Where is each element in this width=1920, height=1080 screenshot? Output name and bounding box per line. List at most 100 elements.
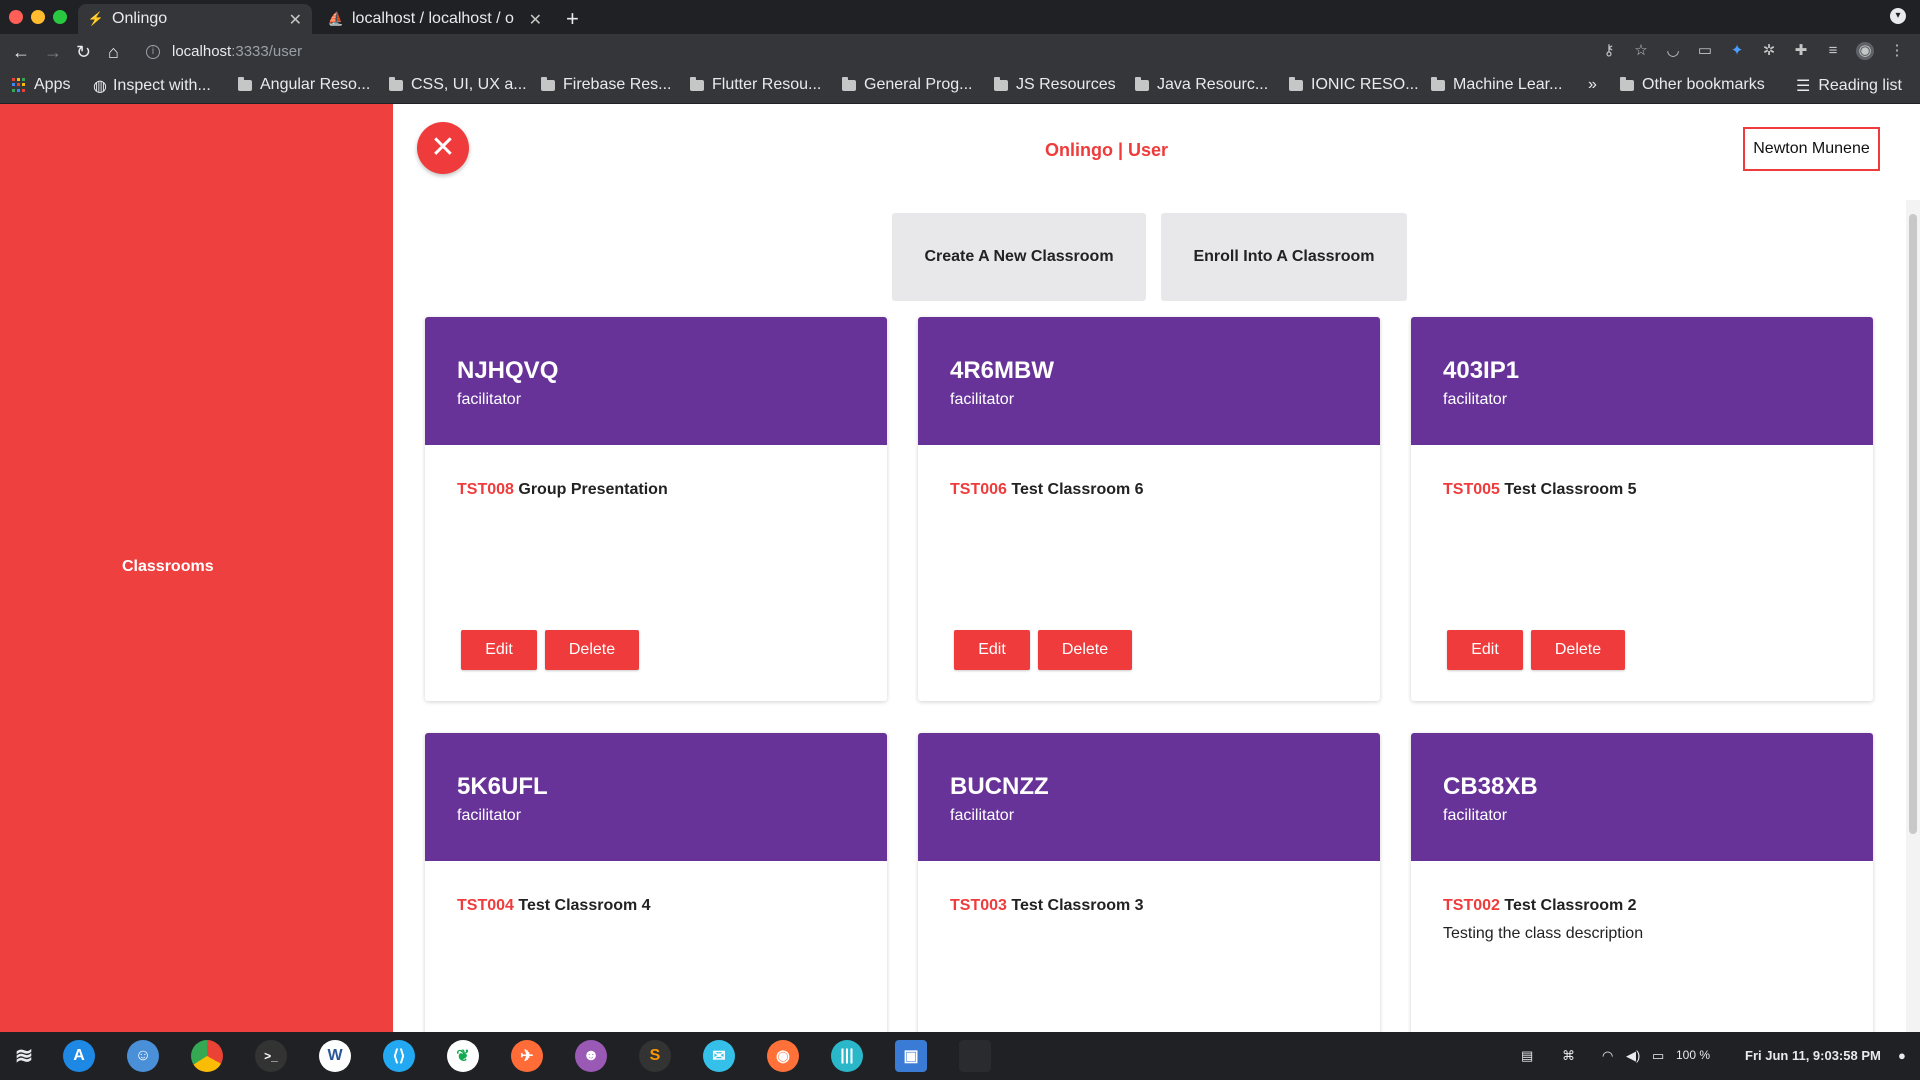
close-sidebar-button[interactable]: ✕	[417, 122, 469, 174]
folder-icon	[690, 76, 704, 91]
clock[interactable]: Fri Jun 11, 9:03:58 PM	[1745, 1048, 1881, 1063]
word-icon[interactable]: W	[319, 1040, 351, 1072]
terminal-icon[interactable]: >_	[255, 1040, 287, 1072]
delete-button[interactable]: Delete	[1038, 630, 1132, 670]
course-name: Test Classroom 4	[518, 897, 651, 914]
cast-icon[interactable]: ▭	[1696, 42, 1714, 60]
pocket-icon[interactable]: ◡	[1664, 42, 1682, 60]
edit-button[interactable]: Edit	[461, 630, 537, 670]
window-placeholder-icon[interactable]	[959, 1040, 991, 1072]
new-tab-button[interactable]: +	[566, 6, 579, 32]
notification-dot-icon[interactable]: ●	[1898, 1048, 1906, 1063]
finder-icon[interactable]: ☺	[127, 1040, 159, 1072]
folder-icon	[238, 76, 252, 91]
page-scrollbar[interactable]	[1906, 200, 1920, 1032]
classroom-card: CB38XB facilitator TST002 Test Classroom…	[1411, 733, 1873, 1032]
reload-icon[interactable]: ↻	[76, 42, 91, 62]
close-tab-icon[interactable]: ✕	[529, 10, 542, 30]
virtualbox-icon[interactable]: ▣	[895, 1040, 927, 1072]
bookmark-folder[interactable]: Java Resourc...	[1135, 76, 1268, 94]
course-name: Test Classroom 5	[1504, 481, 1637, 498]
clipboard-icon[interactable]: ▤	[1521, 1048, 1533, 1064]
mongodb-icon[interactable]: ❦	[447, 1040, 479, 1072]
classroom-card: NJHQVQ facilitator TST008 Group Presenta…	[425, 317, 887, 701]
edit-button[interactable]: Edit	[954, 630, 1030, 670]
course-line: TST008 Group Presentation	[457, 481, 855, 499]
url-path: :3333/user	[231, 43, 303, 60]
url-host: localhost	[172, 43, 232, 60]
mail-icon[interactable]: ✉	[703, 1040, 735, 1072]
firefox-icon[interactable]: ◉	[767, 1040, 799, 1072]
close-tab-icon[interactable]: ✕	[289, 10, 302, 30]
browser-tab-onlingo[interactable]: ⚡ Onlingo ✕	[78, 4, 312, 34]
browser-tab-phpmyadmin[interactable]: ⛵ localhost / localhost / o ✕	[318, 4, 552, 34]
globe-icon: ◍	[93, 78, 107, 95]
bookmarks-overflow-button[interactable]: »	[1588, 76, 1597, 94]
profile-avatar-icon[interactable]: ◉	[1856, 42, 1874, 60]
media-queue-icon[interactable]: ≡	[1824, 42, 1842, 60]
zorin-menu-icon[interactable]: ≋	[8, 1040, 40, 1072]
enroll-classroom-button[interactable]: Enroll Into A Classroom	[1161, 213, 1407, 301]
volume-icon[interactable]: ◀)	[1626, 1048, 1640, 1064]
course-code: TST008	[457, 481, 514, 498]
app-store-icon[interactable]: A	[63, 1040, 95, 1072]
extension-bird-icon[interactable]: ✦	[1728, 42, 1746, 60]
bookmark-folder[interactable]: Flutter Resou...	[690, 76, 821, 94]
delete-button[interactable]: Delete	[545, 630, 639, 670]
other-bookmarks[interactable]: Other bookmarks	[1620, 76, 1765, 94]
card-body: TST006 Test Classroom 6	[918, 445, 1380, 499]
card-body: TST005 Test Classroom 5	[1411, 445, 1873, 499]
bookmarks-bar: Apps ◍ Inspect with... Angular Reso... C…	[0, 70, 1920, 104]
more-menu-icon[interactable]: ⋮	[1888, 42, 1906, 60]
card-header: 4R6MBW facilitator	[918, 317, 1380, 445]
course-code: TST006	[950, 481, 1007, 498]
puzzle-icon[interactable]: ✚	[1792, 42, 1810, 60]
edit-button[interactable]: Edit	[1447, 630, 1523, 670]
close-window-button[interactable]	[9, 10, 23, 24]
bookmark-folder[interactable]: CSS, UI, UX a...	[389, 76, 527, 94]
bookmark-folder[interactable]: IONIC RESO...	[1289, 76, 1419, 94]
maximize-window-button[interactable]	[53, 10, 67, 24]
classroom-role: facilitator	[950, 391, 1015, 408]
card-body: TST002 Test Classroom 2 Testing the clas…	[1411, 861, 1873, 943]
extension-gear-icon[interactable]: ✲	[1760, 42, 1778, 60]
minimize-window-button[interactable]	[31, 10, 45, 24]
classroom-role: facilitator	[1443, 391, 1508, 408]
user-name-button[interactable]: Newton Munene	[1743, 127, 1880, 171]
bookmark-folder[interactable]: Angular Reso...	[238, 76, 370, 94]
star-icon[interactable]: ☆	[1632, 42, 1650, 60]
grid-menu-icon[interactable]: ⌘	[1562, 1048, 1575, 1064]
github-icon[interactable]: ☻	[575, 1040, 607, 1072]
back-arrow-icon[interactable]: ←	[12, 42, 30, 62]
audio-wave-icon[interactable]: |||	[831, 1040, 863, 1072]
delete-button[interactable]: Delete	[1531, 630, 1625, 670]
home-icon[interactable]: ⌂	[108, 42, 119, 62]
bookmark-apps[interactable]: Apps	[12, 76, 70, 94]
bookmark-inspect[interactable]: ◍ Inspect with...	[93, 76, 211, 96]
key-icon[interactable]: ⚷	[1600, 42, 1618, 60]
reading-list[interactable]: ☰ Reading list	[1796, 76, 1902, 96]
browser-tab-strip: ⚡ Onlingo ✕ ⛵ localhost / localhost / o …	[0, 0, 1920, 34]
card-body: TST004 Test Classroom 4	[425, 861, 887, 915]
wifi-icon[interactable]: ◠	[1602, 1048, 1613, 1064]
bookmark-folder[interactable]: JS Resources	[994, 76, 1116, 94]
chrome-icon[interactable]	[191, 1040, 223, 1072]
tab-search-icon[interactable]: ▾	[1890, 8, 1906, 24]
create-classroom-button[interactable]: Create A New Classroom	[892, 213, 1146, 301]
bookmark-folder[interactable]: Firebase Res...	[541, 76, 671, 94]
forward-arrow-icon[interactable]: →	[44, 42, 62, 62]
battery-icon[interactable]: ▭	[1652, 1048, 1664, 1064]
sidebar-item-classrooms[interactable]: Classrooms	[122, 558, 214, 576]
scrollbar-thumb[interactable]	[1909, 214, 1917, 834]
sublime-icon[interactable]: S	[639, 1040, 671, 1072]
address-bar[interactable]: i localhost :3333/user	[146, 38, 1566, 66]
browser-toolbar: ← → ↻ ⌂ i localhost :3333/user ⚷ ☆ ◡ ▭ ✦…	[0, 34, 1920, 70]
classroom-code: BUCNZZ	[950, 773, 1049, 800]
bookmark-folder[interactable]: Machine Lear...	[1431, 76, 1562, 94]
postman-icon[interactable]: ✈	[511, 1040, 543, 1072]
site-info-icon[interactable]: i	[146, 45, 160, 59]
course-line: TST002 Test Classroom 2	[1443, 897, 1841, 915]
vscode-icon[interactable]: ⟨⟩	[383, 1040, 415, 1072]
bookmark-folder[interactable]: General Prog...	[842, 76, 973, 94]
battery-percent: 100 %	[1676, 1048, 1711, 1062]
